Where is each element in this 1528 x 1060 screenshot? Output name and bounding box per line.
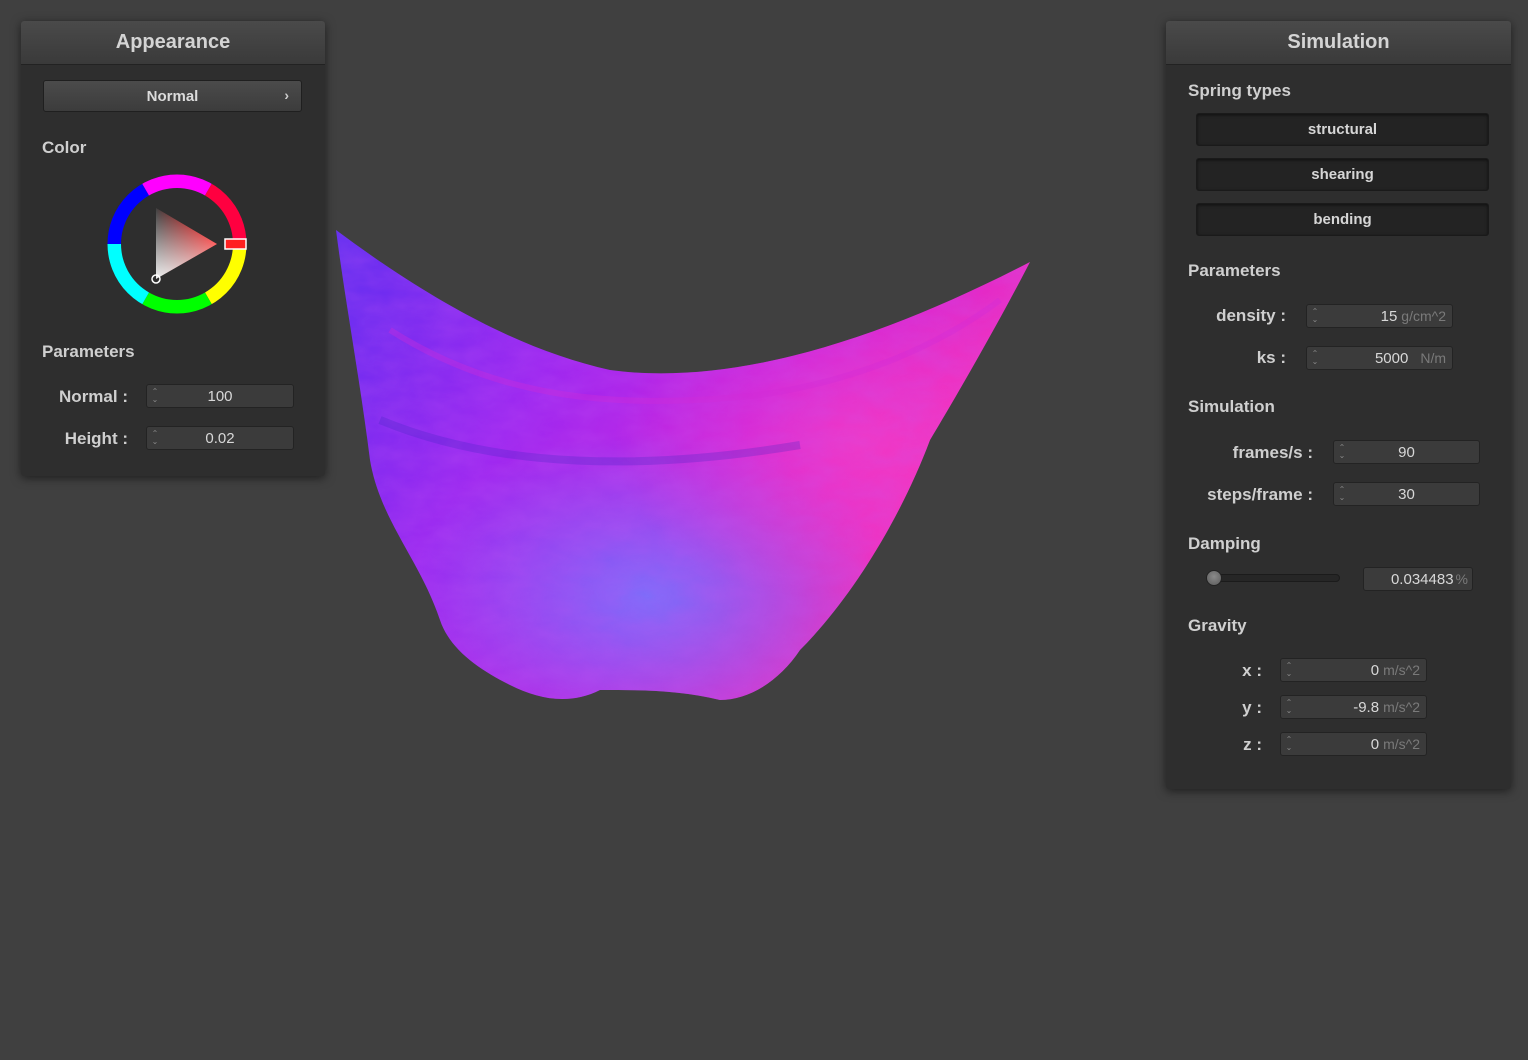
gravity-z-unit: m/s^2 [1383,736,1420,752]
gravity-x-value: 0 [1370,661,1380,679]
density-field[interactable]: ⌃ ⌄ 15 g/cm^2 [1306,304,1453,328]
appearance-parameters-title: Parameters [42,342,135,361]
spinner-icon[interactable]: ⌃ ⌄ [1281,696,1297,718]
simulation-parameters-title: Parameters [1188,261,1281,280]
damping-value: 0.034483 [1390,570,1454,588]
density-value: 15 [1380,307,1398,325]
hue-handle[interactable] [224,238,247,250]
fps-value: 90 [1398,443,1415,461]
gravity-y-label: y : [1242,698,1262,717]
damping-slider-handle[interactable] [1206,570,1222,586]
height-value: 0.02 [205,429,235,447]
gravity-x-field[interactable]: ⌃ ⌄ 0 m/s^2 [1280,658,1427,682]
shader-dropdown-button[interactable]: Normal › [43,80,302,112]
gravity-y-value: -9.8 [1353,698,1380,716]
damping-slider[interactable] [1210,574,1340,582]
spinner-icon[interactable]: ⌃ ⌄ [1334,441,1350,463]
frames-per-second-label: frames/s : [1232,443,1313,462]
normal-field[interactable]: ⌃ ⌄ 100 [146,384,294,408]
ks-value: 5000 [1374,349,1409,367]
gravity-title: Gravity [1188,616,1247,635]
spinner-icon[interactable]: ⌃ ⌄ [1307,347,1323,369]
simulation-panel: Simulation Spring types structural shear… [1166,21,1511,789]
appearance-panel-title[interactable]: Appearance [21,21,325,65]
steps-per-frame-label: steps/frame : [1207,485,1313,504]
spinner-icon[interactable]: ⌃ ⌄ [1307,305,1323,327]
gravity-y-field[interactable]: ⌃ ⌄ -9.8 m/s^2 [1280,695,1427,719]
simulation-section-title: Simulation [1188,397,1275,416]
appearance-panel: Appearance Normal › Color Parameters Nor… [21,21,325,476]
gravity-x-label: x : [1242,661,1262,680]
bending-toggle-button[interactable]: bending [1196,203,1489,236]
height-field[interactable]: ⌃ ⌄ 0.02 [146,426,294,450]
spinner-icon[interactable]: ⌃ ⌄ [1334,483,1350,505]
ks-label: ks : [1256,348,1286,367]
structural-toggle-button[interactable]: structural [1196,113,1489,146]
gravity-z-label: z : [1243,735,1262,754]
frames-per-second-field[interactable]: ⌃ ⌄ 90 [1333,440,1480,464]
gravity-z-field[interactable]: ⌃ ⌄ 0 m/s^2 [1280,732,1427,756]
spinner-icon[interactable]: ⌃ ⌄ [1281,733,1297,755]
shearing-toggle-button[interactable]: shearing [1196,158,1489,191]
normal-value: 100 [207,387,233,405]
spinner-icon[interactable]: ⌃ ⌄ [147,427,163,449]
gravity-z-value: 0 [1370,735,1380,753]
color-wheel[interactable] [107,174,247,314]
gravity-y-unit: m/s^2 [1383,699,1420,715]
ks-unit: N/m [1420,350,1446,366]
damping-field[interactable]: 0.034483 % [1363,567,1473,591]
damping-title: Damping [1188,534,1261,553]
gravity-x-unit: m/s^2 [1383,662,1420,678]
density-label: density : [1216,306,1286,325]
spring-types-title: Spring types [1188,81,1291,100]
spinner-icon[interactable]: ⌃ ⌄ [1281,659,1297,681]
simulation-panel-title[interactable]: Simulation [1166,21,1511,65]
steps-value: 30 [1398,485,1415,503]
damping-unit: % [1455,571,1468,587]
ks-field[interactable]: ⌃ ⌄ 5000 N/m [1306,346,1453,370]
shader-dropdown-label: Normal [146,87,199,105]
height-label: Height : [64,429,128,448]
normal-label: Normal : [59,387,128,406]
density-unit: g/cm^2 [1401,308,1446,324]
spinner-icon[interactable]: ⌃ ⌄ [147,385,163,407]
chevron-right-icon: › [284,87,289,103]
steps-per-frame-field[interactable]: ⌃ ⌄ 30 [1333,482,1480,506]
color-section-title: Color [42,138,87,157]
